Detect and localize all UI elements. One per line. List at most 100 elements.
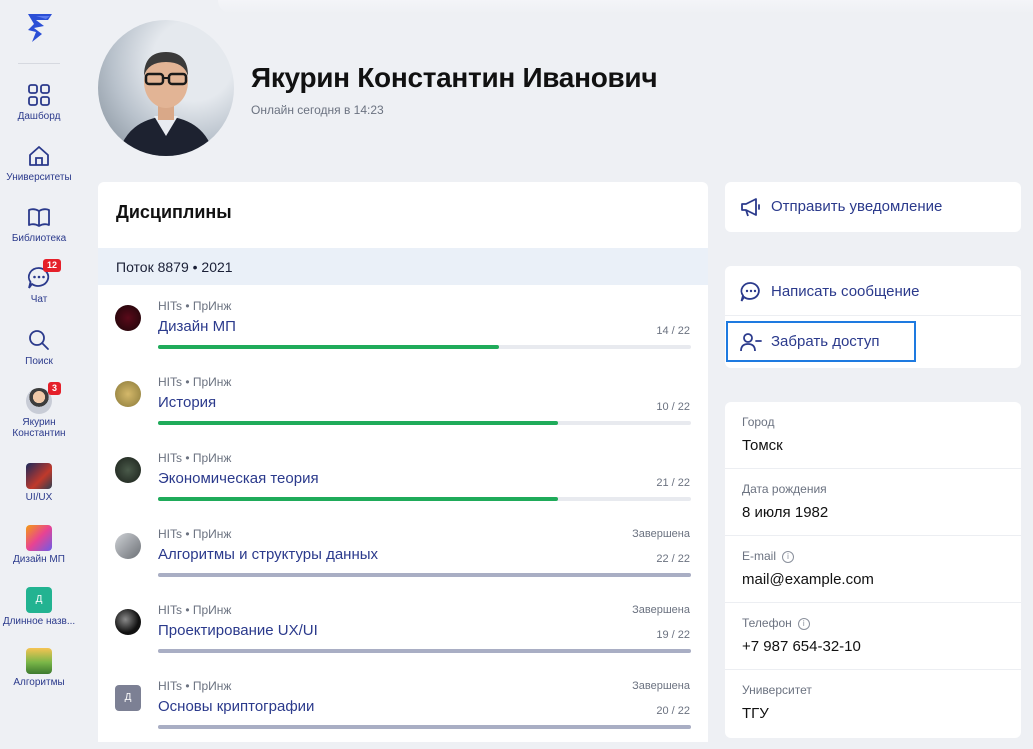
info-row-city: Город Томск: [725, 402, 1021, 469]
profile-photo-image: [118, 52, 214, 156]
course-name: Основы криптографии: [158, 698, 315, 715]
course-icon: [115, 381, 141, 407]
course-name: Проектирование UX/UI: [158, 622, 318, 639]
write-message-button[interactable]: Написать сообщение: [725, 268, 1021, 316]
progress-track: [158, 573, 691, 577]
notify-panel: Отправить уведомление: [725, 182, 1021, 232]
revoke-access-label: Забрать доступ: [771, 333, 880, 350]
info-key: Дата рождения: [742, 482, 827, 496]
dashboard-icon: [28, 84, 50, 106]
course-icon: [115, 533, 141, 559]
progress-track: [158, 421, 691, 425]
progress-fill: [158, 649, 691, 653]
course-thumb: [26, 525, 52, 551]
sidebar-item-uiux[interactable]: UI/UX: [0, 463, 78, 503]
send-notification-button[interactable]: Отправить уведомление: [725, 183, 1021, 231]
top-bar: [218, 0, 1033, 14]
letter-thumb: Д: [26, 587, 52, 613]
course-name: Дизайн МП: [158, 318, 236, 335]
progress-track: [158, 725, 691, 729]
info-key: Университет: [742, 683, 812, 697]
info-key: Телефон: [742, 616, 792, 630]
course-count: 22 / 22: [656, 553, 690, 565]
logo-icon[interactable]: [22, 10, 58, 46]
info-key-wrap: E-mail i: [742, 549, 795, 563]
course-icon: [115, 609, 141, 635]
sidebar-item-label: Дашборд: [17, 111, 61, 122]
progress-track: [158, 345, 691, 349]
sidebar-item-label: Алгоритмы: [13, 677, 65, 688]
course-icon: [115, 305, 141, 331]
course-name: Алгоритмы и структуры данных: [158, 546, 379, 563]
revoke-access-button[interactable]: Забрать доступ: [725, 318, 1021, 366]
sidebar-divider: [18, 63, 60, 64]
stream-header: Поток 8879 • 2021: [98, 248, 708, 285]
course-count: 14 / 22: [656, 325, 690, 337]
sidebar-item-search[interactable]: Поиск: [0, 327, 78, 367]
info-icon[interactable]: i: [782, 550, 795, 563]
profile-photo: [98, 20, 234, 156]
send-notification-label: Отправить уведомление: [771, 198, 943, 215]
sidebar-item-label: Библиотека: [11, 233, 67, 244]
profile-name: Якурин Константин Иванович: [251, 62, 658, 93]
progress-fill: [158, 725, 691, 729]
course-subtitle: HITs • ПрИнж: [158, 679, 232, 693]
course-thumb: [26, 463, 52, 489]
sidebar-item-dashboard[interactable]: Дашборд: [0, 82, 78, 122]
chat-badge: 12: [42, 259, 61, 272]
disciplines-card: Дисциплины Поток 8879 • 2021 HITs • ПрИн…: [98, 182, 708, 749]
course-count: 19 / 22: [656, 629, 690, 641]
online-status: Онлайн сегодня в 14:23: [251, 103, 384, 117]
sidebar-item-design[interactable]: Дизайн МП: [0, 525, 78, 565]
course-row[interactable]: HITs • ПрИнж Проектирование UX/UI Заверш…: [98, 589, 708, 665]
course-icon: [115, 457, 141, 483]
info-value: ТГУ: [742, 705, 769, 722]
course-row[interactable]: HITs • ПрИнж Экономическая теория 21 / 2…: [98, 437, 708, 513]
course-count: 20 / 22: [656, 705, 690, 717]
sidebar-item-algorithms[interactable]: Алгоритмы: [0, 648, 78, 688]
course-subtitle: HITs • ПрИнж: [158, 375, 232, 389]
sidebar: Дашборд Университеты Библиотека 12 Чат П…: [0, 0, 78, 749]
info-row-phone: Телефон i +7 987 654-32-10: [725, 603, 1021, 670]
progress-track: [158, 649, 691, 653]
remove-user-icon: [740, 333, 762, 352]
course-name: Экономическая теория: [158, 470, 319, 487]
progress-fill: [158, 497, 558, 501]
write-message-label: Написать сообщение: [771, 283, 920, 300]
course-subtitle: HITs • ПрИнж: [158, 527, 232, 541]
sidebar-item-library[interactable]: Библиотека: [0, 204, 78, 244]
stream-label: Поток 8879 • 2021: [116, 259, 233, 275]
sidebar-item-label: Поиск: [25, 356, 53, 367]
course-subtitle: HITs • ПрИнж: [158, 299, 232, 313]
sidebar-item-label: Дизайн МП: [13, 554, 65, 565]
megaphone-icon: [741, 198, 760, 217]
course-subtitle: HITs • ПрИнж: [158, 451, 232, 465]
sidebar-item-long[interactable]: Д Длинное назв...: [0, 587, 78, 627]
card-footer: [98, 742, 708, 749]
course-row[interactable]: HITs • ПрИнж Алгоритмы и структуры данны…: [98, 513, 708, 589]
course-status: Завершена: [632, 680, 690, 692]
course-row[interactable]: Д HITs • ПрИнж Основы криптографии Завер…: [98, 665, 708, 741]
sidebar-item-universities[interactable]: Университеты: [0, 143, 78, 183]
course-status: Завершена: [632, 604, 690, 616]
info-icon[interactable]: i: [797, 617, 810, 630]
profile-badge: 3: [47, 382, 61, 395]
chat-icon-wrap: 12: [26, 259, 61, 291]
course-status: Завершена: [632, 528, 690, 540]
sidebar-item-profile[interactable]: 3 Якурин Константин: [0, 382, 78, 439]
book-icon: [28, 208, 50, 227]
sidebar-item-label: UI/UX: [25, 492, 53, 503]
info-key: E-mail: [742, 549, 777, 563]
info-row-university: Университет ТГУ: [725, 670, 1021, 737]
info-row-birthdate: Дата рождения 8 июля 1982: [725, 469, 1021, 536]
progress-fill: [158, 421, 558, 425]
progress-fill: [158, 573, 691, 577]
course-thumb: [26, 648, 52, 674]
sidebar-item-label: Якурин Константин: [12, 417, 66, 439]
info-value: Томск: [742, 437, 783, 454]
course-row[interactable]: HITs • ПрИнж Дизайн МП 14 / 22: [98, 285, 708, 361]
course-row[interactable]: HITs • ПрИнж История 10 / 22: [98, 361, 708, 437]
sidebar-item-chat[interactable]: 12 Чат: [0, 259, 78, 305]
sidebar-item-label: Чат: [30, 294, 48, 305]
course-count: 10 / 22: [656, 401, 690, 413]
